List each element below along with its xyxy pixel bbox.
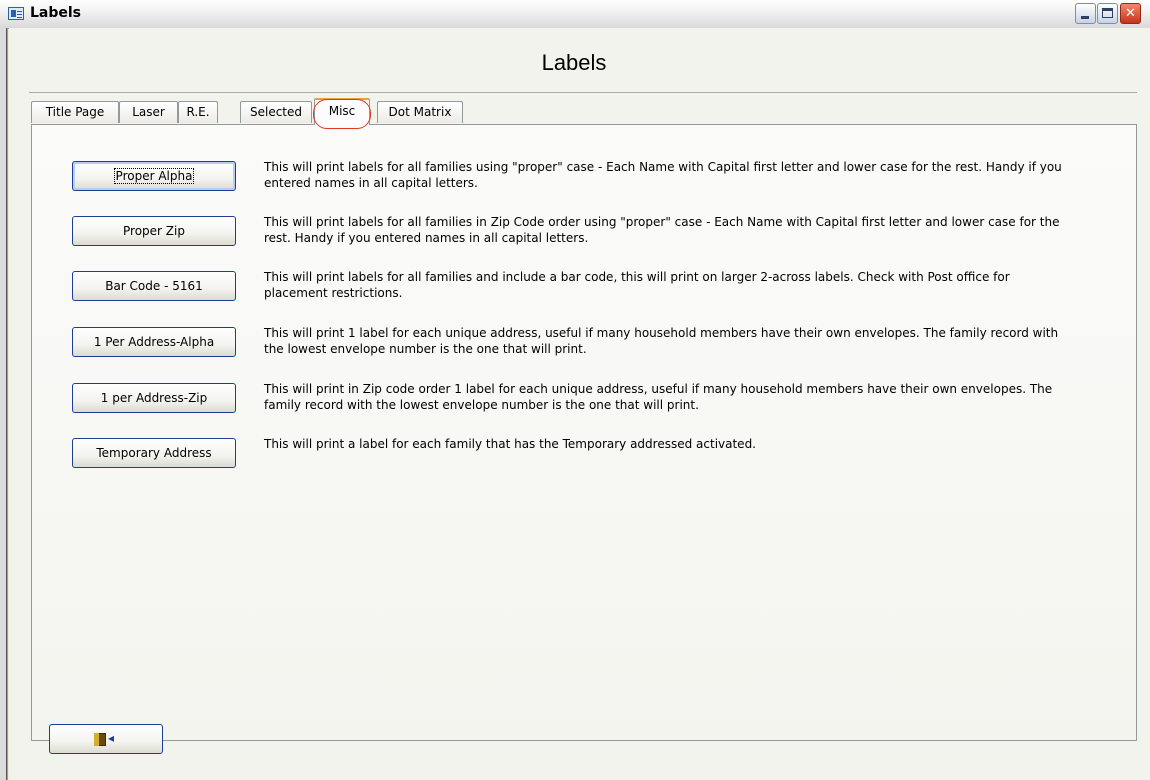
one-per-address-alpha-description: This will print 1 label for each unique … — [264, 326, 1059, 356]
header-divider — [29, 92, 1137, 93]
tab-dot-matrix[interactable]: Dot Matrix — [377, 101, 463, 123]
tab-selected[interactable]: Selected — [240, 101, 312, 123]
window-title: Labels — [30, 5, 82, 21]
one-per-address-alpha-button[interactable]: 1 Per Address-Alpha — [72, 327, 236, 357]
misc-tab-panel: Proper Alpha This will print labels for … — [31, 124, 1137, 741]
proper-zip-description: This will print labels for all families … — [264, 215, 1060, 245]
exit-button[interactable]: ◂ — [49, 724, 163, 754]
one-per-address-zip-description: This will print in Zip code order 1 labe… — [264, 382, 1053, 412]
temporary-address-button[interactable]: Temporary Address — [72, 438, 236, 468]
maximize-icon — [1102, 8, 1113, 18]
proper-zip-button[interactable]: Proper Zip — [72, 216, 236, 246]
tab-title-page[interactable]: Title Page — [31, 101, 119, 123]
tab-laser[interactable]: Laser — [119, 101, 178, 123]
close-button[interactable]: ✕ — [1120, 3, 1141, 24]
tab-re[interactable]: R.E. — [178, 101, 218, 123]
form-body: Labels Title Page Laser R.E. Selected Mi… — [9, 28, 1150, 780]
form-heading: Labels — [541, 50, 607, 75]
tab-misc[interactable]: Misc — [314, 98, 370, 125]
window-border — [0, 28, 8, 780]
close-icon: ✕ — [1125, 6, 1136, 21]
labels-window: Labels ✕ Labels Title Page Laser R.E. Se… — [0, 0, 1150, 780]
exit-door-icon — [94, 733, 106, 746]
bar-code-5161-description: This will print labels for all families … — [264, 270, 1010, 300]
minimize-button[interactable] — [1075, 3, 1096, 24]
proper-alpha-label: Proper Alpha — [113, 168, 195, 184]
title-bar[interactable]: Labels ✕ — [0, 0, 1150, 29]
proper-alpha-description: This will print labels for all families … — [264, 160, 1062, 190]
arrow-left-icon: ◂ — [108, 731, 115, 745]
temporary-address-description: This will print a label for each family … — [264, 437, 756, 451]
proper-alpha-button[interactable]: Proper Alpha — [72, 161, 236, 191]
minimize-icon — [1081, 16, 1089, 19]
bar-code-5161-button[interactable]: Bar Code - 5161 — [72, 271, 236, 301]
one-per-address-zip-button[interactable]: 1 per Address-Zip — [72, 383, 236, 413]
maximize-button[interactable] — [1097, 3, 1118, 24]
form-icon — [8, 7, 24, 20]
